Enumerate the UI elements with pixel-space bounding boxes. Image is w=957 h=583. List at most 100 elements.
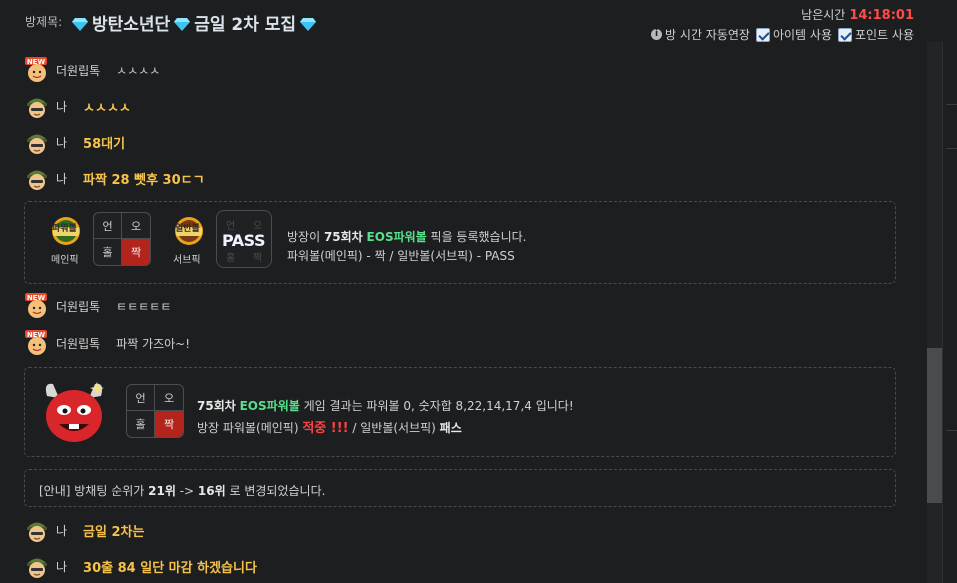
pick-line-2: 파워볼(메인픽) - 짝 / 일반볼(서브픽) - PASS — [287, 249, 515, 263]
notice-post: 로 변경되었습니다. — [225, 484, 326, 498]
message-text: ㅌㅌㅌㅌㅌ — [116, 299, 172, 314]
item-use-option[interactable]: 아이템 사용 — [755, 26, 832, 43]
result-pass: 패스 — [439, 421, 462, 435]
pick-round: 75회차 — [323, 230, 363, 244]
pick-cell-odd: 홀 — [94, 239, 122, 265]
sub-pick-pass-grid: 언 오 홀 짝 PASS — [216, 210, 272, 268]
timer-label: 남은시간 — [801, 8, 846, 22]
item-use-checkbox[interactable] — [755, 27, 770, 42]
room-header: 방제목: 방탄소년단 금일 2차 모집 남은시간 14:18:01 i방 시간 자… — [0, 0, 927, 52]
message-author: 나 — [56, 171, 68, 186]
notice-pre: [안내] 방채팅 순위가 — [39, 484, 149, 498]
message-author: 나 — [56, 523, 68, 538]
diamond-icon — [174, 17, 191, 31]
pick-cell-over: 오 — [122, 213, 150, 239]
diamond-icon — [300, 17, 317, 31]
room-title-label: 방제목: — [25, 15, 63, 29]
result-cell-odd: 홀 — [127, 411, 155, 437]
message-text: 파짝 가즈아~! — [116, 336, 191, 351]
point-use-option[interactable]: 포인트 사용 — [837, 26, 914, 43]
result-line-1: 75회차 EOS파워볼 게임 결과는 파워볼 0, 숫자합 8,22,14,17… — [197, 397, 574, 414]
message-text: 파짝 28 뻿후 30ㄷㄱ — [83, 172, 205, 188]
diamond-icon — [72, 17, 88, 31]
result-line-2-pre: 방장 파워볼(메인픽) — [197, 421, 303, 435]
chat-message: 나 58대기 — [24, 129, 125, 155]
result-cell-under: 언 — [127, 385, 155, 411]
pick-cell-even: 짝 — [122, 239, 150, 265]
info-icon: i — [651, 29, 663, 40]
result-cell-over: 오 — [155, 385, 183, 411]
message-author: 더원립톡 — [56, 299, 101, 314]
room-options: i방 시간 자동연장 아이템 사용 포인트 사용 — [651, 26, 914, 43]
pick-game: EOS파워볼 — [366, 230, 427, 244]
point-use-checkbox[interactable] — [837, 27, 852, 42]
ghost-cell: 홀 — [226, 253, 236, 264]
result-round: 75회차 — [197, 399, 236, 413]
main-pick-grid: 언 오 홀 짝 — [93, 212, 151, 266]
timer-value: 14:18:01 — [849, 8, 914, 23]
pick-line-1-post: 픽을 등록했습니다. — [426, 230, 527, 244]
pick-line-1: 방장이 75회차 EOS파워볼 픽을 등록했습니다. — [287, 228, 526, 245]
ghost-cell: 짝 — [253, 253, 263, 264]
result-hit: 적중 !!! — [302, 421, 349, 436]
main-ball-name: 파워볼 — [52, 224, 77, 234]
notice-text: [안내] 방채팅 순위가 21위 -> 16위 로 변경되었습니다. — [39, 482, 325, 499]
chat-message: NEW 더원립톡 파짝 가즈아~! — [24, 330, 190, 356]
message-text: 58대기 — [83, 136, 126, 152]
result-line-1-post: 게임 결과는 파워볼 0, 숫자합 8,22,14,17,4 입니다! — [299, 399, 574, 413]
result-grid: 언 오 홀 짝 — [126, 384, 184, 438]
ghost-cell: 언 — [226, 221, 236, 232]
chat-message: NEW 더원립톡 ㅌㅌㅌㅌㅌ — [24, 293, 171, 319]
chat-message: 나 파짝 28 뻿후 30ㄷㄱ — [24, 165, 205, 191]
message-text: 금일 2차는 — [83, 524, 145, 540]
message-author: 나 — [56, 135, 68, 150]
result-line-2: 방장 파워볼(메인픽) 적중 !!! / 일반볼(서브픽) 패스 — [197, 417, 462, 436]
room-title-text: 방탄소년단 — [92, 15, 171, 35]
pick-line-1-pre: 방장이 — [287, 230, 324, 244]
devil-mascot-icon — [45, 382, 104, 442]
notice-card: [안내] 방채팅 순위가 21위 -> 16위 로 변경되었습니다. — [24, 469, 896, 507]
result-cell-even: 짝 — [155, 411, 183, 437]
ghost-cell: 오 — [253, 221, 263, 232]
chat-message: NEW 더원립톡 ㅅㅅㅅㅅ — [24, 57, 160, 83]
auto-extend-label: 방 시간 자동연장 — [665, 28, 750, 42]
new-user-avatar-icon: NEW — [25, 57, 47, 82]
room-title-text-2: 금일 2차 모집 — [194, 15, 297, 35]
item-use-label: 아이템 사용 — [772, 28, 832, 42]
message-author: 나 — [56, 559, 68, 574]
chat-scrollbar-thumb[interactable] — [927, 348, 942, 503]
sub-ball-name: 일반볼 — [175, 224, 200, 234]
message-author: 나 — [56, 99, 68, 114]
soldier-avatar-icon — [27, 170, 47, 190]
pick-registration-card: 파워볼 메인픽 언 오 홀 짝 일반볼 서브픽 언 오 홀 짝 PASS 방장이… — [24, 201, 896, 284]
message-author: 더원립톡 — [56, 63, 101, 78]
divider — [946, 430, 957, 431]
soldier-avatar-icon — [27, 558, 47, 578]
main-pick-label: 메인픽 — [51, 255, 79, 266]
notice-arrow: -> — [175, 484, 198, 498]
auto-extend-option[interactable]: i방 시간 자동연장 — [651, 26, 750, 43]
sub-pick-label: 서브픽 — [173, 255, 201, 266]
soldier-avatar-icon — [27, 134, 47, 154]
divider — [946, 148, 957, 149]
chat-message: 나 30출 84 일단 마감 하겠습니다 — [24, 553, 257, 579]
divider — [946, 104, 957, 105]
soldier-avatar-icon — [27, 522, 47, 542]
pick-cell-under: 언 — [94, 213, 122, 239]
message-author: 더원립톡 — [56, 336, 101, 351]
game-result-card: 언 오 홀 짝 75회차 EOS파워볼 게임 결과는 파워볼 0, 숫자합 8,… — [24, 367, 896, 457]
message-text: ㅅㅅㅅㅅ — [116, 63, 161, 78]
message-text: ㅅㅅㅅㅅ — [83, 100, 131, 116]
soldier-avatar-icon — [27, 98, 47, 118]
point-use-label: 포인트 사용 — [854, 28, 914, 42]
pass-badge: PASS — [222, 231, 265, 250]
result-game: EOS파워볼 — [239, 399, 300, 413]
new-user-avatar-icon: NEW — [25, 330, 47, 355]
side-panel-edge — [942, 42, 957, 583]
notice-to-rank: 16위 — [197, 484, 226, 498]
message-text: 30출 84 일단 마감 하겠습니다 — [83, 560, 257, 576]
room-title: 방탄소년단 금일 2차 모집 — [72, 10, 317, 35]
result-line-2-mid: / 일반볼(서브픽) — [348, 421, 440, 435]
remaining-time: 남은시간 14:18:01 — [801, 6, 914, 23]
chat-message: 나 금일 2차는 — [24, 517, 144, 543]
